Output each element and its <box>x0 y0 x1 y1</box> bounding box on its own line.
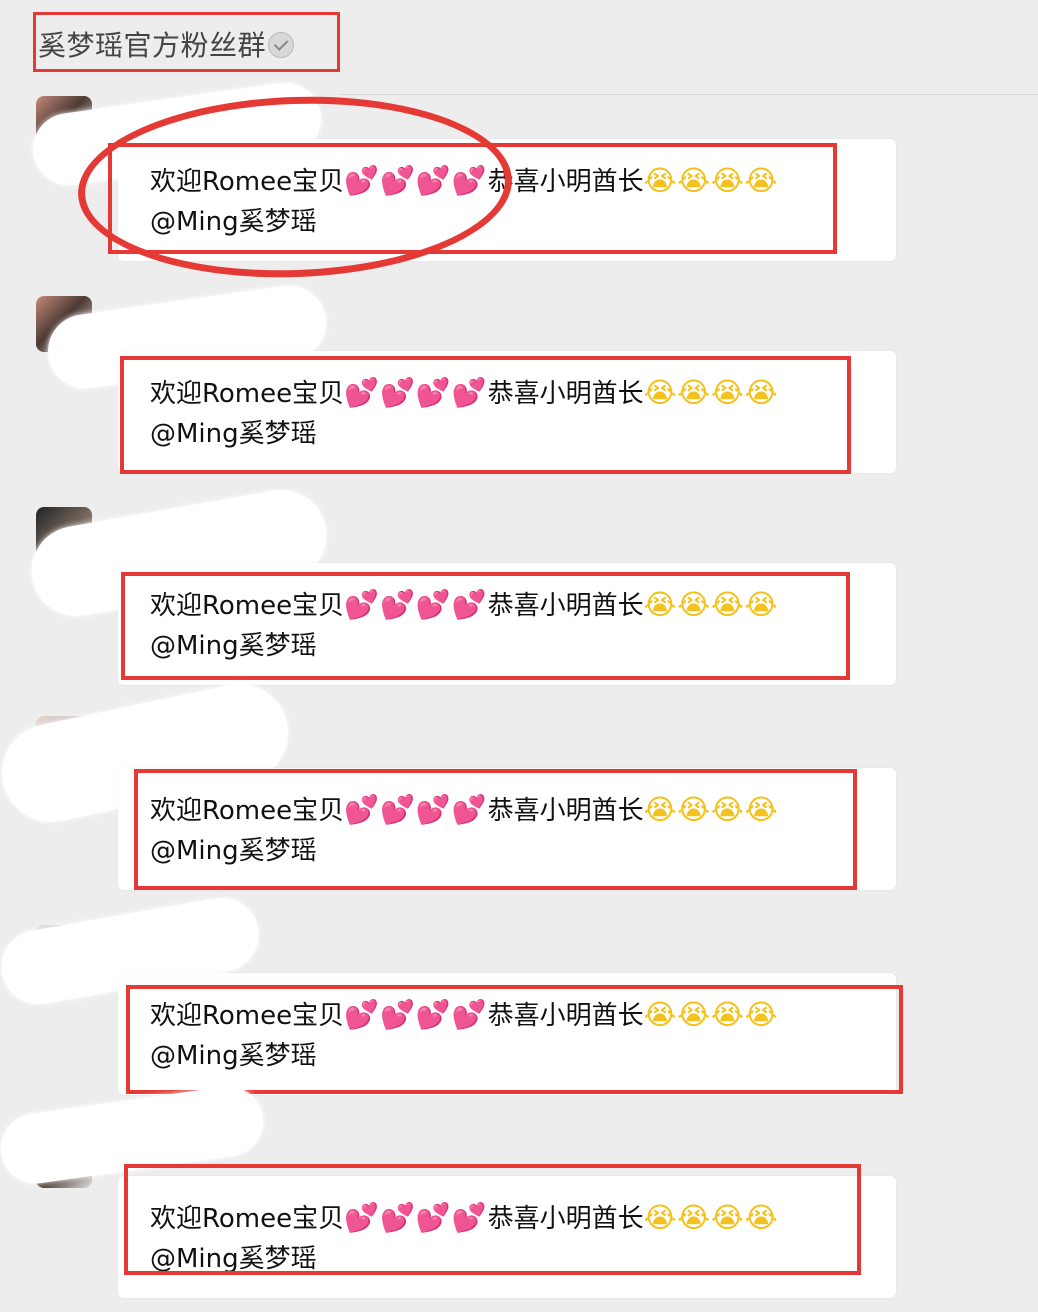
message-highlight-box <box>134 769 857 890</box>
group-title: 奚梦瑶官方粉丝群 <box>38 24 295 64</box>
message-highlight-box <box>124 1164 861 1275</box>
message-highlight-box <box>121 572 850 680</box>
message-highlight-box <box>120 356 851 474</box>
group-title-text: 奚梦瑶官方粉丝群 <box>38 29 267 62</box>
verified-badge-icon <box>268 32 295 58</box>
header-divider <box>340 94 1038 95</box>
message-highlight-box <box>126 985 903 1094</box>
